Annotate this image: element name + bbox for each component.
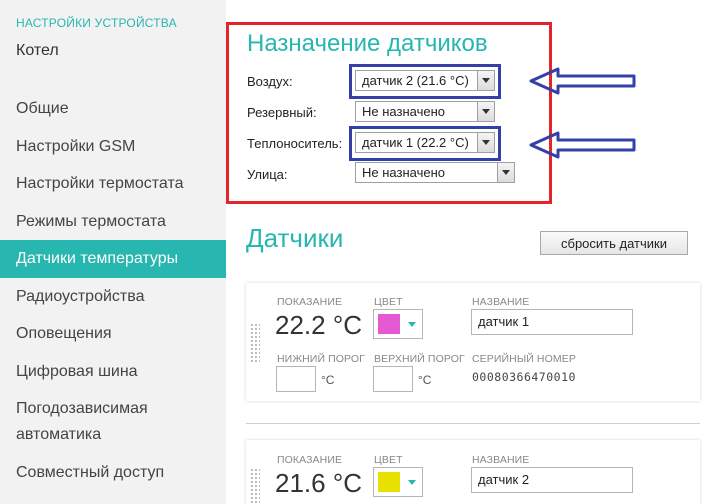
annotation-arrow-icon bbox=[529, 67, 636, 95]
annotation-arrow-icon bbox=[529, 131, 636, 159]
sensor-name-input[interactable]: датчик 2 bbox=[471, 467, 633, 493]
reading-label: ПОКАЗАНИЕ bbox=[277, 454, 343, 466]
assignment-title: Назначение датчиков bbox=[247, 30, 488, 57]
coolant-label: Теплоноситель: bbox=[247, 136, 343, 151]
highlight-coolant bbox=[349, 126, 501, 161]
reserve-label: Резервный: bbox=[247, 105, 317, 120]
drag-handle-icon[interactable] bbox=[250, 468, 260, 504]
sensor-card: ПОКАЗАНИЕ 21.6 °C ЦВЕТ НАЗВАНИЕ датчик 2 bbox=[246, 440, 700, 504]
sensor-reading: 21.6 °C bbox=[275, 468, 363, 498]
drag-handle-icon[interactable] bbox=[250, 323, 260, 363]
street-select[interactable]: Не назначено bbox=[355, 162, 515, 183]
sensors-title: Датчики bbox=[246, 223, 344, 253]
chevron-down-icon bbox=[408, 322, 416, 327]
reset-sensors-button[interactable]: сбросить датчики bbox=[540, 231, 688, 255]
color-label: ЦВЕТ bbox=[374, 454, 403, 466]
color-swatch bbox=[378, 314, 400, 334]
sensor-name-input[interactable]: датчик 1 bbox=[471, 309, 633, 335]
sidebar-item-general[interactable]: Общие bbox=[0, 90, 226, 128]
name-label: НАЗВАНИЕ bbox=[472, 296, 530, 308]
sidebar-item-digital-bus[interactable]: Цифровая шина bbox=[0, 353, 226, 391]
high-threshold-label: ВЕРХНИЙ ПОРОГ bbox=[374, 353, 465, 365]
sidebar-item-radio-devices[interactable]: Радиоустройства bbox=[0, 278, 226, 316]
high-threshold-input[interactable] bbox=[373, 366, 413, 392]
sidebar-item-thermostat-settings[interactable]: Настройки термостата bbox=[0, 165, 226, 203]
sensor-reading: 22.2 °C bbox=[275, 310, 363, 340]
sidebar-menu: Общие Настройки GSM Настройки термостата… bbox=[0, 90, 226, 492]
color-picker[interactable] bbox=[373, 467, 423, 497]
sensor-assignment-panel: Назначение датчиков Воздух: датчик 2 (21… bbox=[226, 22, 552, 204]
serial-number: 00080366470010 bbox=[472, 370, 576, 384]
sidebar-item-notifications[interactable]: Оповещения bbox=[0, 315, 226, 353]
low-threshold-input[interactable] bbox=[276, 366, 316, 392]
serial-label: СЕРИЙНЫЙ НОМЕР bbox=[472, 353, 576, 365]
sensor-card: ПОКАЗАНИЕ 22.2 °C ЦВЕТ НАЗВАНИЕ датчик 1… bbox=[246, 283, 700, 401]
reserve-select-value: Не назначено bbox=[362, 104, 445, 119]
main-content: Назначение датчиков Воздух: датчик 2 (21… bbox=[226, 0, 722, 504]
chevron-down-icon bbox=[477, 102, 494, 121]
reading-label: ПОКАЗАНИЕ bbox=[277, 296, 343, 308]
street-label: Улица: bbox=[247, 167, 288, 182]
sidebar-item-temperature-sensors[interactable]: Датчики температуры bbox=[0, 240, 226, 278]
sidebar-item-shared-access[interactable]: Совместный доступ bbox=[0, 454, 226, 492]
air-label: Воздух: bbox=[247, 74, 293, 89]
sidebar-item-thermostat-modes[interactable]: Режимы термостата bbox=[0, 203, 226, 241]
chevron-down-icon bbox=[408, 480, 416, 485]
divider bbox=[246, 423, 700, 424]
sidebar-item-gsm[interactable]: Настройки GSM bbox=[0, 128, 226, 166]
unit-celsius: °C bbox=[321, 373, 335, 387]
color-label: ЦВЕТ bbox=[374, 296, 403, 308]
device-name: Котел bbox=[16, 42, 59, 59]
street-select-value: Не назначено bbox=[362, 165, 445, 180]
sidebar-item-weather-automation[interactable]: Погодозависимая автоматика bbox=[0, 390, 226, 454]
sidebar: НАСТРОЙКИ УСТРОЙСТВА Котел Общие Настрой… bbox=[0, 0, 226, 504]
reserve-select[interactable]: Не назначено bbox=[355, 101, 495, 122]
color-swatch bbox=[378, 472, 400, 492]
low-threshold-label: НИЖНИЙ ПОРОГ bbox=[277, 353, 365, 365]
name-label: НАЗВАНИЕ bbox=[472, 454, 530, 466]
highlight-air bbox=[349, 64, 501, 99]
chevron-down-icon bbox=[497, 163, 514, 182]
unit-celsius: °C bbox=[418, 373, 432, 387]
color-picker[interactable] bbox=[373, 309, 423, 339]
sidebar-heading: НАСТРОЙКИ УСТРОЙСТВА bbox=[16, 16, 177, 30]
